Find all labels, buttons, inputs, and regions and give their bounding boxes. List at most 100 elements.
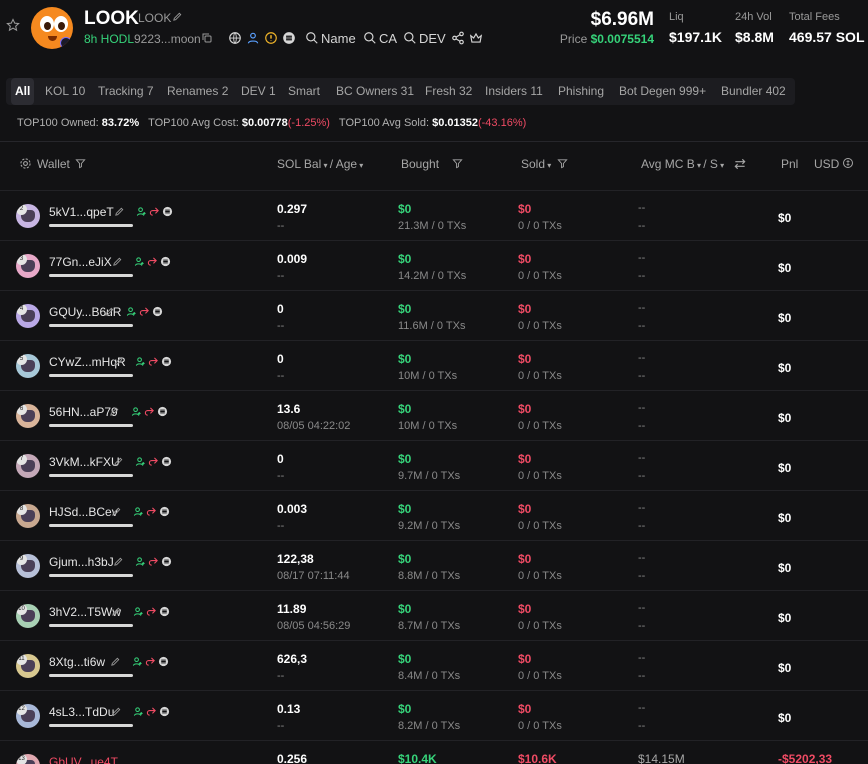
col-sol-label: SOL Bal xyxy=(277,157,322,171)
table-row[interactable]: 7 3VkM...kFXU 0 -- $0 9.7M / 0 TXs $0 0 … xyxy=(0,440,868,490)
search-name-icon[interactable] xyxy=(305,31,319,45)
col-sol-bal[interactable]: SOL Bal ▾ / Age ▾ xyxy=(277,157,363,171)
filter-icon[interactable] xyxy=(557,158,568,169)
star-icon[interactable] xyxy=(6,18,20,32)
transfer-icon xyxy=(147,256,158,267)
wallet-address[interactable]: 56HN...aP79 xyxy=(49,405,118,419)
warning-icon[interactable] xyxy=(264,31,278,45)
wallet-avatar[interactable]: 9 xyxy=(16,554,40,578)
edit-icon[interactable] xyxy=(111,706,122,717)
tab-dev[interactable]: DEV 1 xyxy=(241,78,276,105)
table-row[interactable]: 10 3hV2...T5Ww 11.89 08/05 04:56:29 $0 8… xyxy=(0,590,868,640)
table-row[interactable]: 2 5kV1...qpeT 0.297 -- $0 21.3M / 0 TXs … xyxy=(0,190,868,240)
edit-icon[interactable] xyxy=(104,306,115,317)
col-pnl[interactable]: Pnl xyxy=(781,157,798,171)
edit-icon[interactable] xyxy=(112,256,123,267)
tab-kol[interactable]: KOL 10 xyxy=(45,78,85,105)
wallet-avatar[interactable]: 13 xyxy=(16,754,40,764)
tab-fresh[interactable]: Fresh 32 xyxy=(425,78,472,105)
tab-phishing[interactable]: Phishing xyxy=(558,78,604,105)
wallet-avatar[interactable]: 8 xyxy=(16,504,40,528)
filter-icon[interactable] xyxy=(452,158,463,169)
wallet-avatar[interactable]: 5 xyxy=(16,354,40,378)
edit-icon[interactable] xyxy=(113,556,124,567)
wallet-address[interactable]: 5kV1...qpeT xyxy=(49,205,114,219)
pnl-value: $0 xyxy=(778,661,792,675)
wallet-address[interactable]: 8Xtg...ti6w xyxy=(49,655,105,669)
wallet-avatar[interactable]: 6 xyxy=(16,404,40,428)
sol-balance: 0.13 xyxy=(277,702,301,716)
tab-bc-owners[interactable]: BC Owners 31 xyxy=(336,78,414,105)
wallet-avatar[interactable]: 10 xyxy=(16,604,40,628)
col-usd[interactable]: USD xyxy=(814,157,839,171)
avg-mc-sell: -- xyxy=(638,320,646,332)
search-ca-link[interactable]: CA xyxy=(379,31,397,46)
col-sold[interactable]: Sold ▾ xyxy=(521,157,551,171)
sold-detail: 0 / 0 TXs xyxy=(518,220,562,232)
col-wallet[interactable]: Wallet xyxy=(37,157,70,171)
col-avg-mc[interactable]: Avg MC B ▾ / S ▾ xyxy=(641,157,724,171)
wallet-address[interactable]: 77Gn...eJiX xyxy=(49,255,112,269)
wallet-avatar[interactable]: 7 xyxy=(16,454,40,478)
search-ca-icon[interactable] xyxy=(363,31,377,45)
search-dev-icon[interactable] xyxy=(403,31,417,45)
tab-bundler[interactable]: Bundler 402 xyxy=(721,78,786,105)
tab-smart[interactable]: Smart xyxy=(288,78,320,105)
table-row[interactable]: 4 GQUy...B6uR 0 -- $0 11.6M / 0 TXs $0 0… xyxy=(0,290,868,340)
crown-icon[interactable] xyxy=(469,31,483,45)
share-icon[interactable] xyxy=(451,31,465,45)
holding-bar xyxy=(49,224,133,227)
currency-toggle-icon[interactable] xyxy=(842,157,854,169)
holding-bar xyxy=(49,274,133,277)
menu-icon[interactable] xyxy=(282,31,296,45)
user-icon[interactable] xyxy=(246,31,260,45)
tab-tracking[interactable]: Tracking 7 xyxy=(98,78,154,105)
tab-bot-degen[interactable]: Bot Degen 999+ xyxy=(619,78,706,105)
pnl-value: $0 xyxy=(778,261,792,275)
table-row[interactable]: 11 8Xtg...ti6w 626,3 -- $0 8.4M / 0 TXs … xyxy=(0,640,868,690)
table-row[interactable]: 8 HJSd...BCev 0.003 -- $0 9.2M / 0 TXs $… xyxy=(0,490,868,540)
wallet-address[interactable]: GbUV...ue4T xyxy=(49,755,118,764)
filter-icon[interactable] xyxy=(75,158,86,169)
edit-icon[interactable] xyxy=(109,406,120,417)
wallet-avatar[interactable]: 11 xyxy=(16,654,40,678)
edit-icon[interactable] xyxy=(113,456,124,467)
table-row[interactable]: 12 4sL3...TdDu 0.13 -- $0 8.2M / 0 TXs $… xyxy=(0,690,868,740)
search-dev-link[interactable]: DEV xyxy=(419,31,446,46)
token-address[interactable]: 9223...moon xyxy=(134,32,201,46)
rank-badge: 3 xyxy=(16,254,27,265)
edit-icon[interactable] xyxy=(110,656,121,667)
table-row[interactable]: 13 GbUV...ue4T 0.256 $10.4K $10.6K $14.1… xyxy=(0,740,868,764)
edit-icon[interactable] xyxy=(111,606,122,617)
bought-detail: 11.6M / 0 TXs xyxy=(398,320,466,332)
token-avatar[interactable] xyxy=(31,7,73,49)
wallet-address[interactable]: 3VkM...kFXU xyxy=(49,455,120,469)
wallet-address[interactable]: HJSd...BCev xyxy=(49,505,118,519)
wallet-tags xyxy=(135,456,174,468)
copy-icon[interactable] xyxy=(201,32,213,44)
settings-icon[interactable] xyxy=(19,157,32,170)
col-bought[interactable]: Bought xyxy=(401,157,439,171)
wallet-avatar[interactable]: 3 xyxy=(16,254,40,278)
wallet-avatar[interactable]: 2 xyxy=(16,204,40,228)
tab-insiders[interactable]: Insiders 11 xyxy=(485,78,543,105)
edit-icon[interactable] xyxy=(172,11,183,22)
avg-mc-buy: -- xyxy=(638,502,646,514)
edit-icon[interactable] xyxy=(113,356,124,367)
table-row[interactable]: 3 77Gn...eJiX 0.009 -- $0 14.2M / 0 TXs … xyxy=(0,240,868,290)
table-row[interactable]: 6 56HN...aP79 13.6 08/05 04:22:02 $0 10M… xyxy=(0,390,868,440)
wallet-avatar[interactable]: 4 xyxy=(16,304,40,328)
wallet-address[interactable]: Gjum...h3bJ xyxy=(49,555,114,569)
wallet-avatar[interactable]: 12 xyxy=(16,704,40,728)
tab-all[interactable]: All xyxy=(11,78,35,105)
table-row[interactable]: 5 CYwZ...mHqR 0 -- $0 10M / 0 TXs $0 0 /… xyxy=(0,340,868,390)
edit-icon[interactable] xyxy=(114,206,125,217)
search-name-link[interactable]: Name xyxy=(321,31,356,46)
swap-icon[interactable] xyxy=(733,158,747,170)
table-row[interactable]: 9 Gjum...h3bJ 122,38 08/17 07:11:44 $0 8… xyxy=(0,540,868,590)
tab-renames[interactable]: Renames 2 xyxy=(167,78,228,105)
edit-icon[interactable] xyxy=(111,506,122,517)
globe-icon[interactable] xyxy=(228,31,242,45)
avg-mc-buy: -- xyxy=(638,302,646,314)
wallet-address[interactable]: 4sL3...TdDu xyxy=(49,705,114,719)
